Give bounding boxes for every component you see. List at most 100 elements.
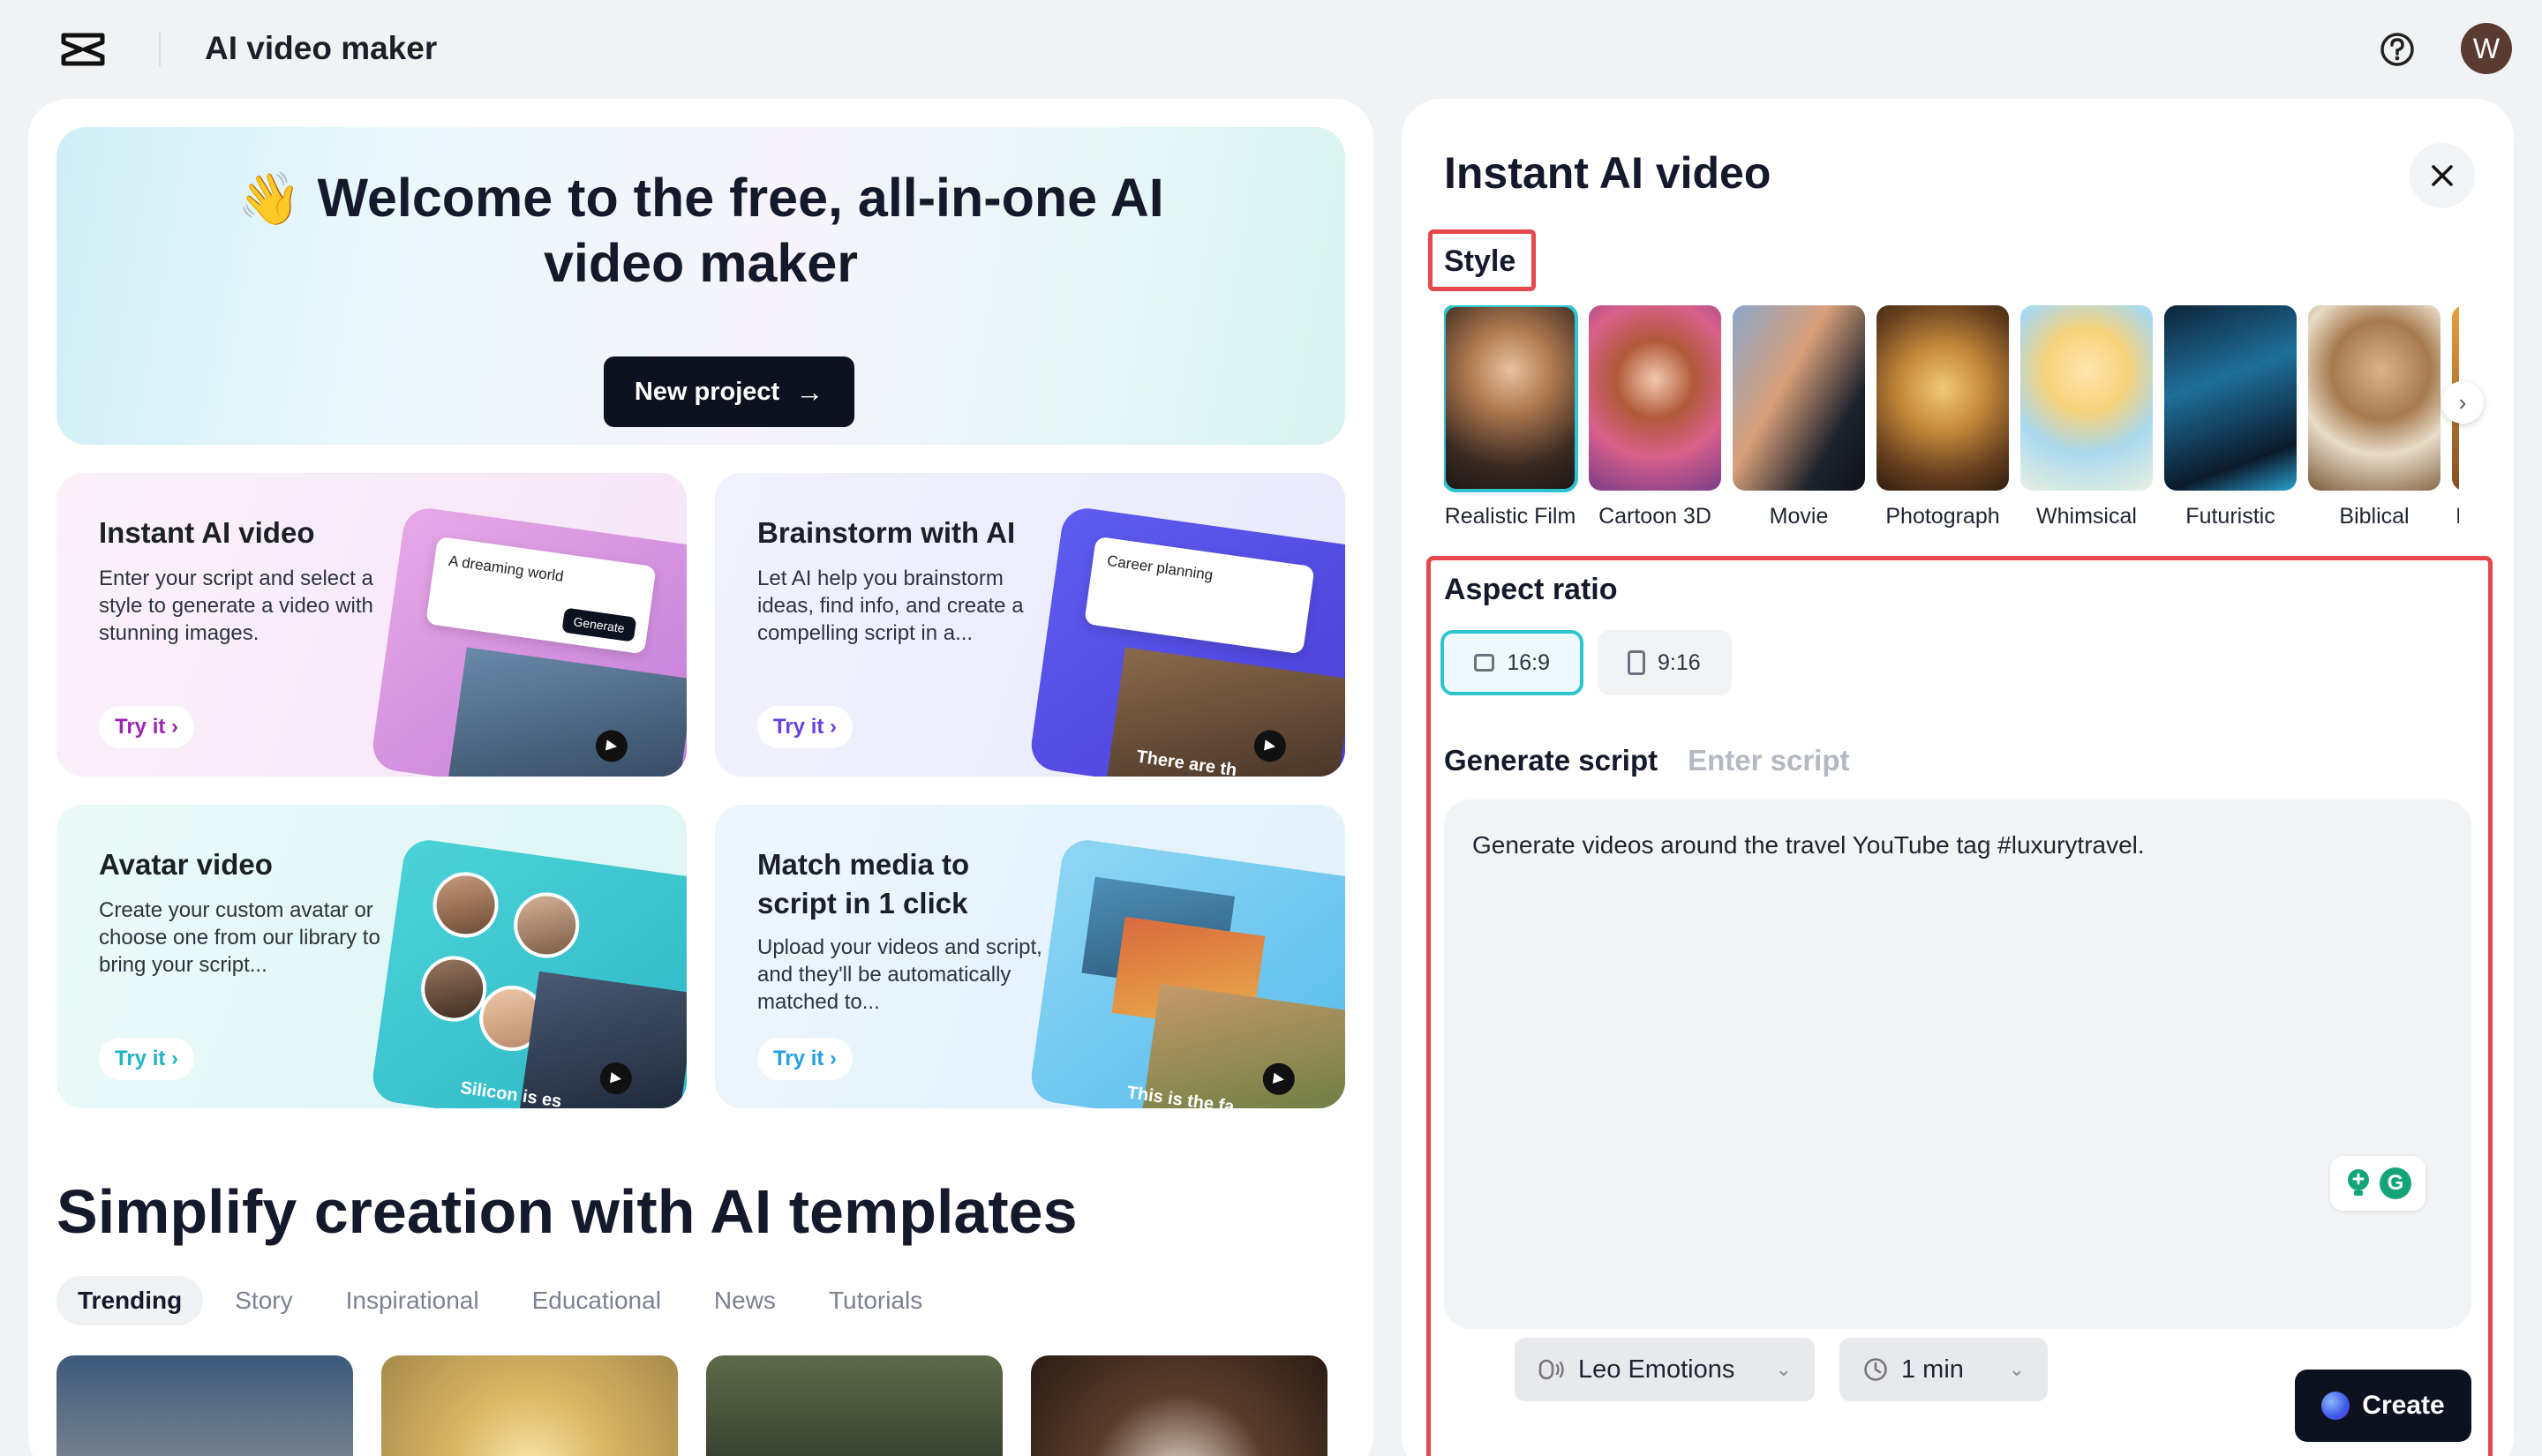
style-thumbnail <box>1444 305 1578 492</box>
voice-dropdown[interactable]: Leo Emotions ⌄ <box>1515 1338 1815 1401</box>
style-photograph[interactable]: Photograph <box>1876 305 2009 529</box>
capcut-logo-icon[interactable] <box>58 30 108 69</box>
instant-ai-illustration: A dreaming world Generate ▶ <box>369 505 687 777</box>
welcome-hero: 👋 Welcome to the free, all-in-one AI vide… <box>56 127 1345 445</box>
template-thumbnail[interactable] <box>1031 1355 1327 1456</box>
card-title: Instant AI video <box>99 516 315 549</box>
aspect-ratio-label: Aspect ratio <box>1444 573 1618 606</box>
card-description: Upload your videos and script, and they'… <box>757 935 1042 1014</box>
style-name: Photograph <box>1885 504 2000 529</box>
card-title: Brainstorm with AI <box>757 516 1016 549</box>
prompt-window: Career planning <box>1084 536 1315 655</box>
tab-story[interactable]: Story <box>214 1276 313 1325</box>
instant-ai-video-card[interactable]: Instant AI video Enter your script and s… <box>56 473 687 777</box>
left-panel: 👋 Welcome to the free, all-in-one AI vide… <box>28 99 1373 1456</box>
landscape-icon <box>1474 654 1495 672</box>
tab-inspirational[interactable]: Inspirational <box>325 1276 500 1325</box>
card-title: Match media to script in 1 click <box>757 848 970 919</box>
style-movie[interactable]: Movie <box>1733 305 1865 529</box>
arrow-right-icon: → <box>795 375 824 408</box>
tab-educational[interactable]: Educational <box>511 1276 682 1325</box>
user-avatar[interactable]: W <box>2461 23 2512 74</box>
style-carousel: Realistic Film Cartoon 3D Movie Photogra… <box>1444 305 2459 535</box>
app-title: AI video maker <box>205 30 438 66</box>
try-it-link[interactable]: Try it › <box>99 1038 195 1080</box>
template-tabs: Trending Story Inspirational Educational… <box>56 1276 944 1325</box>
generate-mini-button: Generate <box>560 607 637 642</box>
script-input[interactable]: Generate videos around the travel YouTub… <box>1444 799 2471 1401</box>
duration-value: 1 min <box>1901 1355 1964 1384</box>
topbar-divider <box>159 32 161 67</box>
match-media-card[interactable]: Match media to script in 1 click Upload … <box>715 805 1345 1108</box>
try-it-link[interactable]: Try it › <box>99 706 195 748</box>
script-text[interactable]: Generate videos around the travel YouTub… <box>1472 828 2145 863</box>
style-thumbnail <box>1589 305 1721 491</box>
try-it-link[interactable]: Try it › <box>757 1038 854 1080</box>
brainstorm-card[interactable]: Brainstorm with AI Let AI help you brain… <box>715 473 1345 777</box>
clock-icon <box>1864 1358 1887 1381</box>
style-futuristic[interactable]: Futuristic <box>2164 305 2297 529</box>
card-description: Create your custom avatar or choose one … <box>99 898 380 977</box>
tab-enter-script[interactable]: Enter script <box>1688 741 1849 780</box>
ratio-label: 16:9 <box>1507 649 1550 675</box>
voice-icon <box>1538 1359 1564 1380</box>
chevron-down-icon: ⌄ <box>2008 1358 2025 1380</box>
card-title: Avatar video <box>99 848 273 881</box>
ratio-label: 9:16 <box>1658 649 1701 675</box>
template-thumbnail[interactable] <box>381 1355 678 1456</box>
panel-title: Instant AI video <box>1444 148 1771 198</box>
templates-title: Simplify creation with AI templates <box>56 1177 1078 1246</box>
prompt-window: A dreaming world Generate <box>425 536 657 655</box>
grammarly-icon: G <box>2380 1167 2411 1199</box>
style-thumbnail <box>1876 305 2009 491</box>
style-label: Style <box>1444 244 1516 278</box>
avatar-face <box>428 867 503 942</box>
style-whimsical[interactable]: Whimsical <box>2020 305 2153 529</box>
tab-trending[interactable]: Trending <box>56 1276 204 1325</box>
style-name: Movie <box>1769 504 1829 529</box>
style-thumbnail <box>2164 305 2297 491</box>
prompt-text: A dreaming world <box>447 552 565 585</box>
card-description: Let AI help you brainstorm ideas, find i… <box>757 567 1024 645</box>
script-tabs: Generate script Enter script <box>1444 741 1850 780</box>
try-it-link[interactable]: Try it › <box>757 706 854 748</box>
chevron-right-icon[interactable]: › <box>2441 381 2484 424</box>
tab-generate-script[interactable]: Generate script <box>1444 741 1658 780</box>
ratio-16-9-option[interactable]: 16:9 <box>1440 630 1583 695</box>
style-realistic-film[interactable]: Realistic Film <box>1444 305 1578 529</box>
template-thumbnail[interactable] <box>706 1355 1003 1456</box>
preview-image <box>447 647 687 777</box>
style-cartoon-3d[interactable]: Cartoon 3D <box>1589 305 1721 529</box>
help-icon[interactable] <box>2378 30 2417 69</box>
grammarly-widget[interactable]: G <box>2330 1156 2425 1211</box>
close-button[interactable] <box>2410 143 2475 208</box>
style-name: Whimsical <box>2036 504 2137 529</box>
new-project-button[interactable]: New project → <box>604 356 854 427</box>
style-name: Realistic Film <box>1444 504 1576 529</box>
style-thumbnail <box>1733 305 1865 491</box>
close-icon <box>2432 165 2453 186</box>
avatar-video-card[interactable]: Avatar video Create your custom avatar o… <box>56 805 687 1108</box>
hero-title-text: Welcome to the free, all-in-one AI video… <box>317 168 1164 293</box>
create-button[interactable]: Create <box>2295 1370 2471 1442</box>
tab-tutorials[interactable]: Tutorials <box>808 1276 944 1325</box>
prompt-text: Career planning <box>1106 552 1215 584</box>
tab-news[interactable]: News <box>693 1276 797 1325</box>
template-thumbnail[interactable] <box>56 1355 353 1456</box>
style-name: Cartoon 3D <box>1598 504 1711 529</box>
style-thumbnail <box>2020 305 2153 491</box>
chevron-down-icon: ⌄ <box>1775 1358 1792 1380</box>
new-project-label: New project <box>634 377 780 406</box>
hero-title: 👋 Welcome to the free, all-in-one AI vide… <box>162 166 1239 295</box>
style-biblical[interactable]: Biblical <box>2308 305 2440 529</box>
avatar-face <box>509 888 584 963</box>
style-name: I <box>2456 504 2459 529</box>
create-label: Create <box>2362 1391 2445 1420</box>
style-name: Biblical <box>2339 504 2410 529</box>
top-bar: AI video maker W <box>0 0 2542 99</box>
ratio-9-16-option[interactable]: 9:16 <box>1598 630 1732 695</box>
waving-hand-icon: 👋 <box>237 170 302 228</box>
ai-orb-icon <box>2321 1392 2350 1420</box>
voice-value: Leo Emotions <box>1578 1355 1735 1384</box>
duration-dropdown[interactable]: 1 min ⌄ <box>1839 1338 2048 1401</box>
